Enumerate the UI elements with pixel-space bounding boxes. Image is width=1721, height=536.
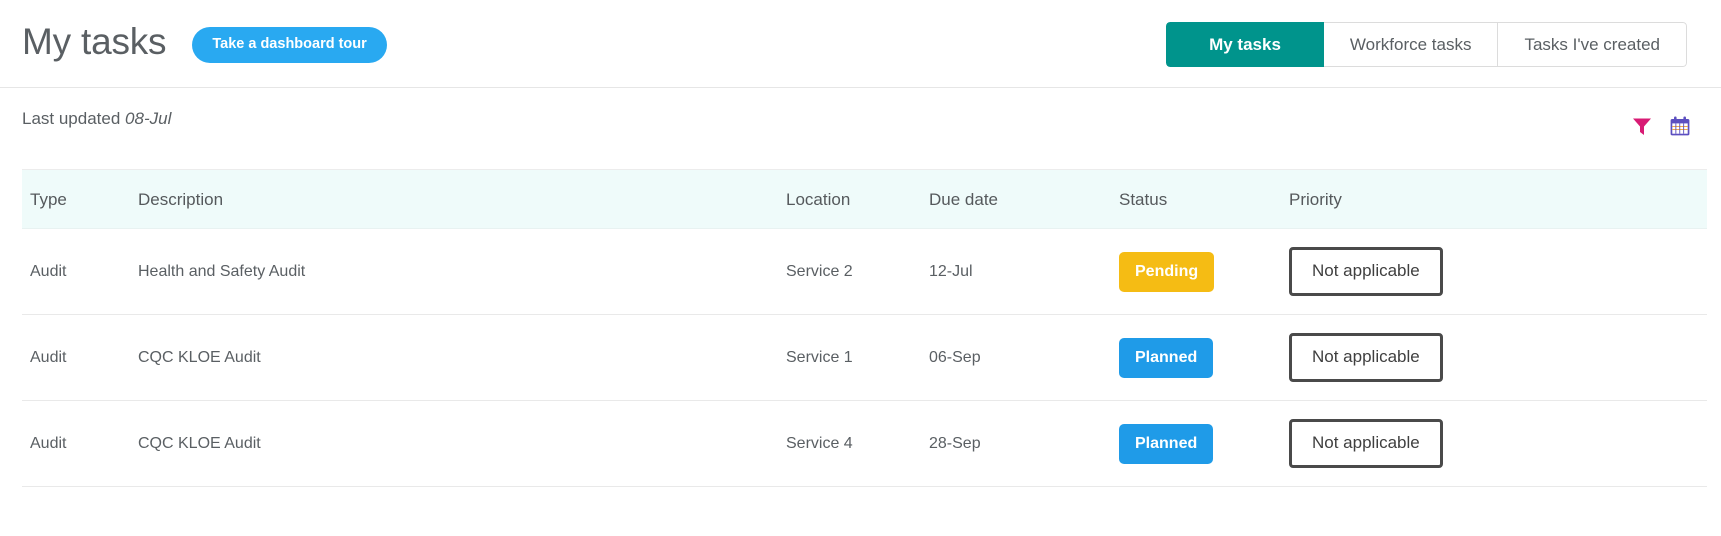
- cell-description: Health and Safety Audit: [138, 228, 786, 315]
- status-badge: Planned: [1119, 337, 1214, 378]
- cell-due-date: 28-Sep: [929, 400, 1119, 487]
- priority-badge: Not applicable: [1289, 419, 1443, 468]
- tasks-table: Type Description Location Due date Statu…: [22, 169, 1707, 487]
- task-view-tabs: My tasks Workforce tasks Tasks I've crea…: [1166, 22, 1687, 67]
- column-header-type: Type: [22, 169, 138, 229]
- tasks-table-container: Type Description Location Due date Statu…: [22, 169, 1707, 487]
- status-badge: Planned: [1119, 423, 1214, 464]
- take-dashboard-tour-button[interactable]: Take a dashboard tour: [192, 26, 387, 63]
- cell-due-date: 12-Jul: [929, 228, 1119, 315]
- cell-priority: Not applicable: [1289, 314, 1707, 401]
- priority-badge: Not applicable: [1289, 333, 1443, 382]
- column-header-status: Status: [1119, 169, 1289, 229]
- status-badge: Pending: [1119, 251, 1215, 292]
- cell-due-date: 06-Sep: [929, 314, 1119, 401]
- toolbar-actions: [1631, 115, 1691, 137]
- cell-description: CQC KLOE Audit: [138, 314, 786, 401]
- column-header-description: Description: [138, 169, 786, 229]
- cell-priority: Not applicable: [1289, 400, 1707, 487]
- tasks-table-head: Type Description Location Due date Statu…: [22, 169, 1707, 229]
- cell-type: Audit: [22, 314, 138, 401]
- tasks-table-body: Audit Health and Safety Audit Service 2 …: [22, 228, 1707, 487]
- my-tasks-page: My tasks Take a dashboard tour My tasks …: [0, 0, 1721, 536]
- cell-type: Audit: [22, 228, 138, 315]
- cell-location: Service 1: [786, 314, 929, 401]
- column-header-due-date: Due date: [929, 169, 1119, 229]
- cell-status: Pending: [1119, 228, 1289, 315]
- last-updated-label: Last updated: [22, 109, 121, 128]
- page-header: My tasks Take a dashboard tour My tasks …: [0, 0, 1721, 88]
- title-group: My tasks Take a dashboard tour: [22, 20, 387, 64]
- cell-priority: Not applicable: [1289, 228, 1707, 315]
- tab-tasks-ive-created[interactable]: Tasks I've created: [1498, 22, 1687, 67]
- last-updated: Last updated 08-Jul: [22, 109, 171, 129]
- table-row[interactable]: Audit CQC KLOE Audit Service 4 28-Sep Pl…: [22, 400, 1707, 487]
- cell-status: Planned: [1119, 314, 1289, 401]
- priority-badge: Not applicable: [1289, 247, 1443, 296]
- tab-my-tasks[interactable]: My tasks: [1166, 22, 1324, 67]
- column-header-priority: Priority: [1289, 169, 1707, 229]
- cell-status: Planned: [1119, 400, 1289, 487]
- table-row[interactable]: Audit CQC KLOE Audit Service 1 06-Sep Pl…: [22, 314, 1707, 401]
- last-updated-date: 08-Jul: [125, 109, 172, 128]
- cell-location: Service 4: [786, 400, 929, 487]
- cell-location: Service 2: [786, 228, 929, 315]
- filter-icon[interactable]: [1631, 115, 1653, 137]
- cell-description: CQC KLOE Audit: [138, 400, 786, 487]
- page-title: My tasks: [22, 21, 167, 62]
- column-header-location: Location: [786, 169, 929, 229]
- table-toolbar: Last updated 08-Jul: [0, 88, 1721, 168]
- table-row[interactable]: Audit Health and Safety Audit Service 2 …: [22, 228, 1707, 315]
- cell-type: Audit: [22, 400, 138, 487]
- table-header-row: Type Description Location Due date Statu…: [22, 169, 1707, 229]
- calendar-icon[interactable]: [1669, 115, 1691, 137]
- tab-workforce-tasks[interactable]: Workforce tasks: [1323, 22, 1499, 67]
